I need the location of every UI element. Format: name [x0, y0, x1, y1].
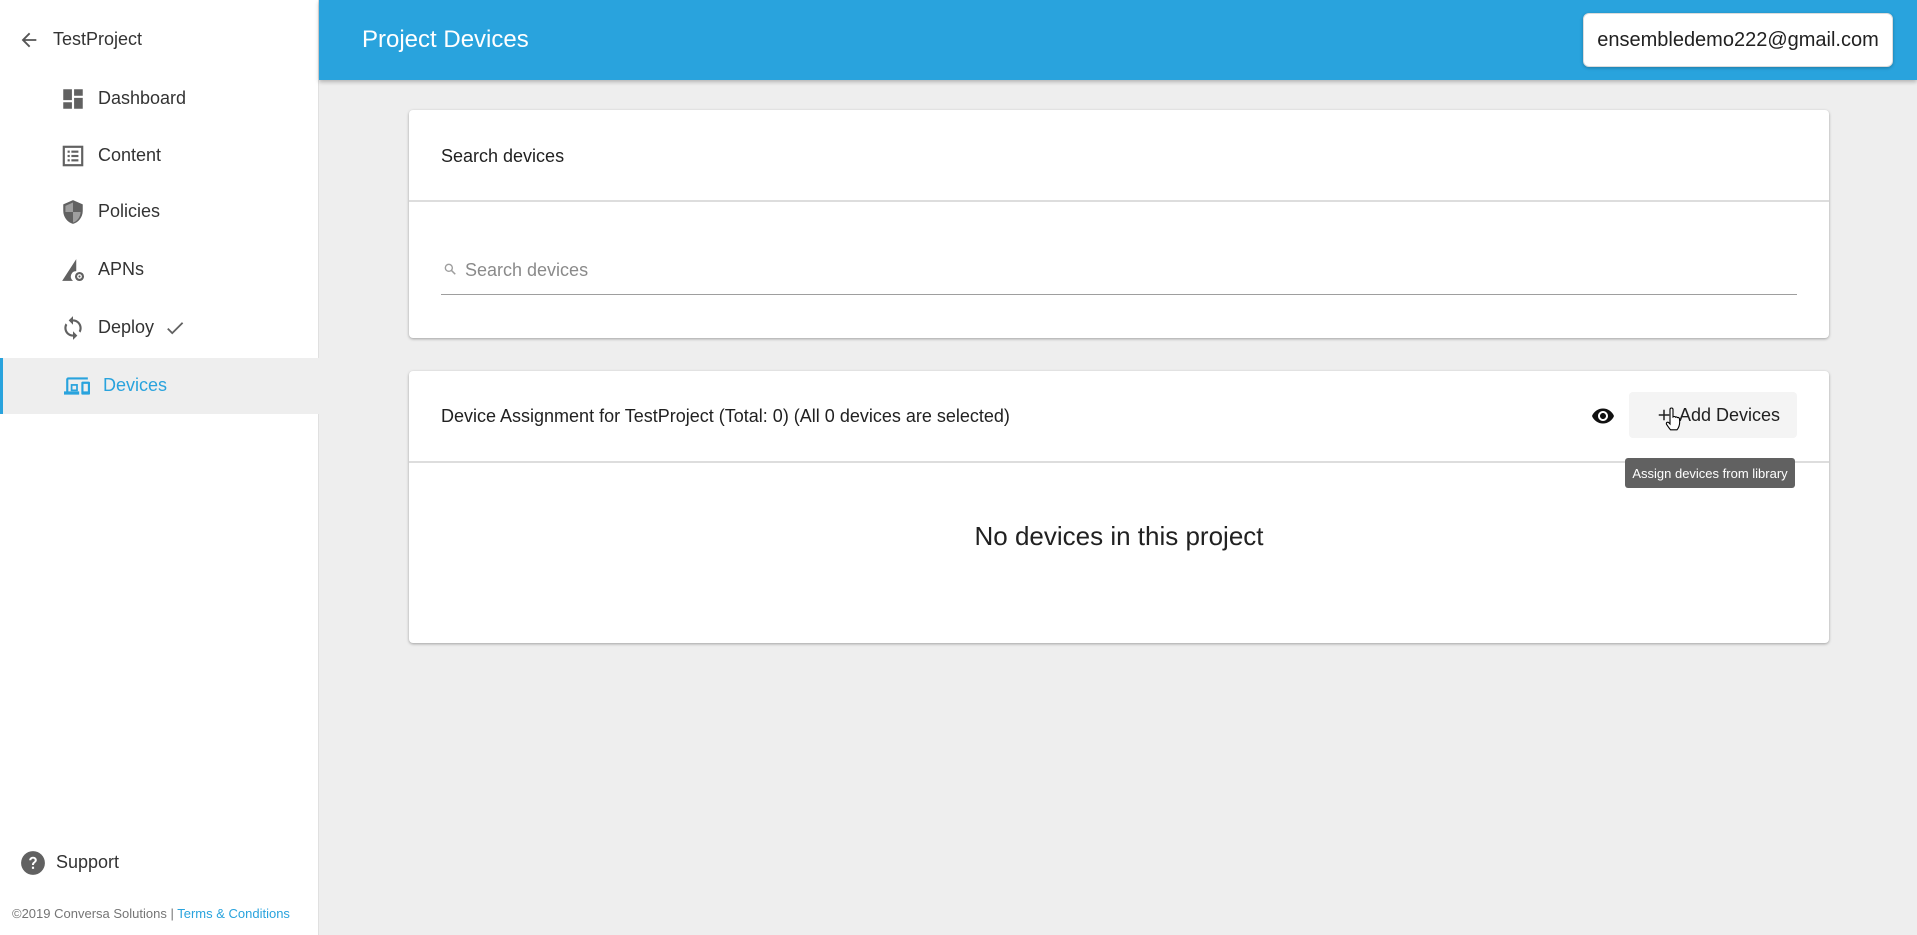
sidebar-item-label: Content — [98, 145, 162, 165]
add-devices-label: Add Devices — [1679, 405, 1781, 425]
page-title: Project Devices — [362, 26, 529, 53]
dashboard-icon — [63, 89, 83, 109]
search-devices-card: Search devices — [409, 110, 1829, 338]
sidebar-item-label: Devices — [103, 375, 168, 395]
top-header: Project Devices ensembledemo222@gmail.co… — [319, 0, 1917, 80]
card-title: Search devices — [441, 146, 565, 166]
empty-state-message: No devices in this project — [974, 521, 1264, 551]
sidebar-item-content[interactable]: Content — [0, 128, 319, 184]
sidebar-item-apns[interactable]: APNs — [0, 242, 319, 298]
sidebar-item-devices[interactable]: Devices — [0, 358, 319, 414]
device-assignment-card: Device Assignment for TestProject (Total… — [409, 371, 1829, 643]
sidebar-item-deploy[interactable]: Deploy — [0, 300, 319, 356]
sidebar-item-label: Dashboard — [98, 88, 187, 108]
sync-icon — [64, 316, 82, 340]
sidebar-item-label: Policies — [98, 201, 161, 221]
search-field[interactable] — [441, 248, 1797, 295]
user-account-button[interactable]: ensembledemo222@gmail.com — [1583, 13, 1893, 67]
back-to-project-link[interactable]: TestProject — [0, 16, 319, 62]
arrow-back-icon — [21, 32, 37, 48]
sidebar: TestProject Dashboard Content Policies A… — [0, 0, 319, 935]
devices-icon — [64, 377, 90, 395]
card-title: Device Assignment for TestProject (Total… — [441, 406, 1010, 426]
sidebar-item-label: Deploy — [98, 317, 155, 337]
hand-cursor-icon — [1665, 407, 1681, 431]
check-icon — [167, 322, 184, 335]
sidebar-item-dashboard[interactable]: Dashboard — [0, 71, 319, 127]
sidebar-item-label: APNs — [98, 259, 145, 279]
copyright-text: ©2019 Conversa Solutions | — [12, 906, 178, 921]
add-devices-tooltip: Assign devices from library — [1625, 458, 1795, 488]
support-label: Support — [56, 852, 120, 872]
eye-icon[interactable] — [1588, 404, 1618, 428]
support-link[interactable]: Support — [0, 842, 319, 882]
add-devices-button[interactable]: Add Devices — [1629, 392, 1797, 438]
search-input[interactable] — [463, 256, 1787, 284]
help-icon — [21, 851, 45, 875]
card-header: Device Assignment for TestProject (Total… — [409, 371, 1829, 488]
list-icon — [62, 145, 84, 167]
terms-link[interactable]: Terms & Conditions — [177, 906, 290, 921]
project-name: TestProject — [53, 29, 143, 49]
shield-icon — [63, 200, 83, 224]
search-icon — [444, 263, 456, 275]
card-header: Search devices — [409, 110, 1829, 202]
signal-settings-icon — [62, 259, 85, 282]
sidebar-item-policies[interactable]: Policies — [0, 184, 319, 240]
footer: ©2019 Conversa Solutions | Terms & Condi… — [12, 906, 290, 921]
